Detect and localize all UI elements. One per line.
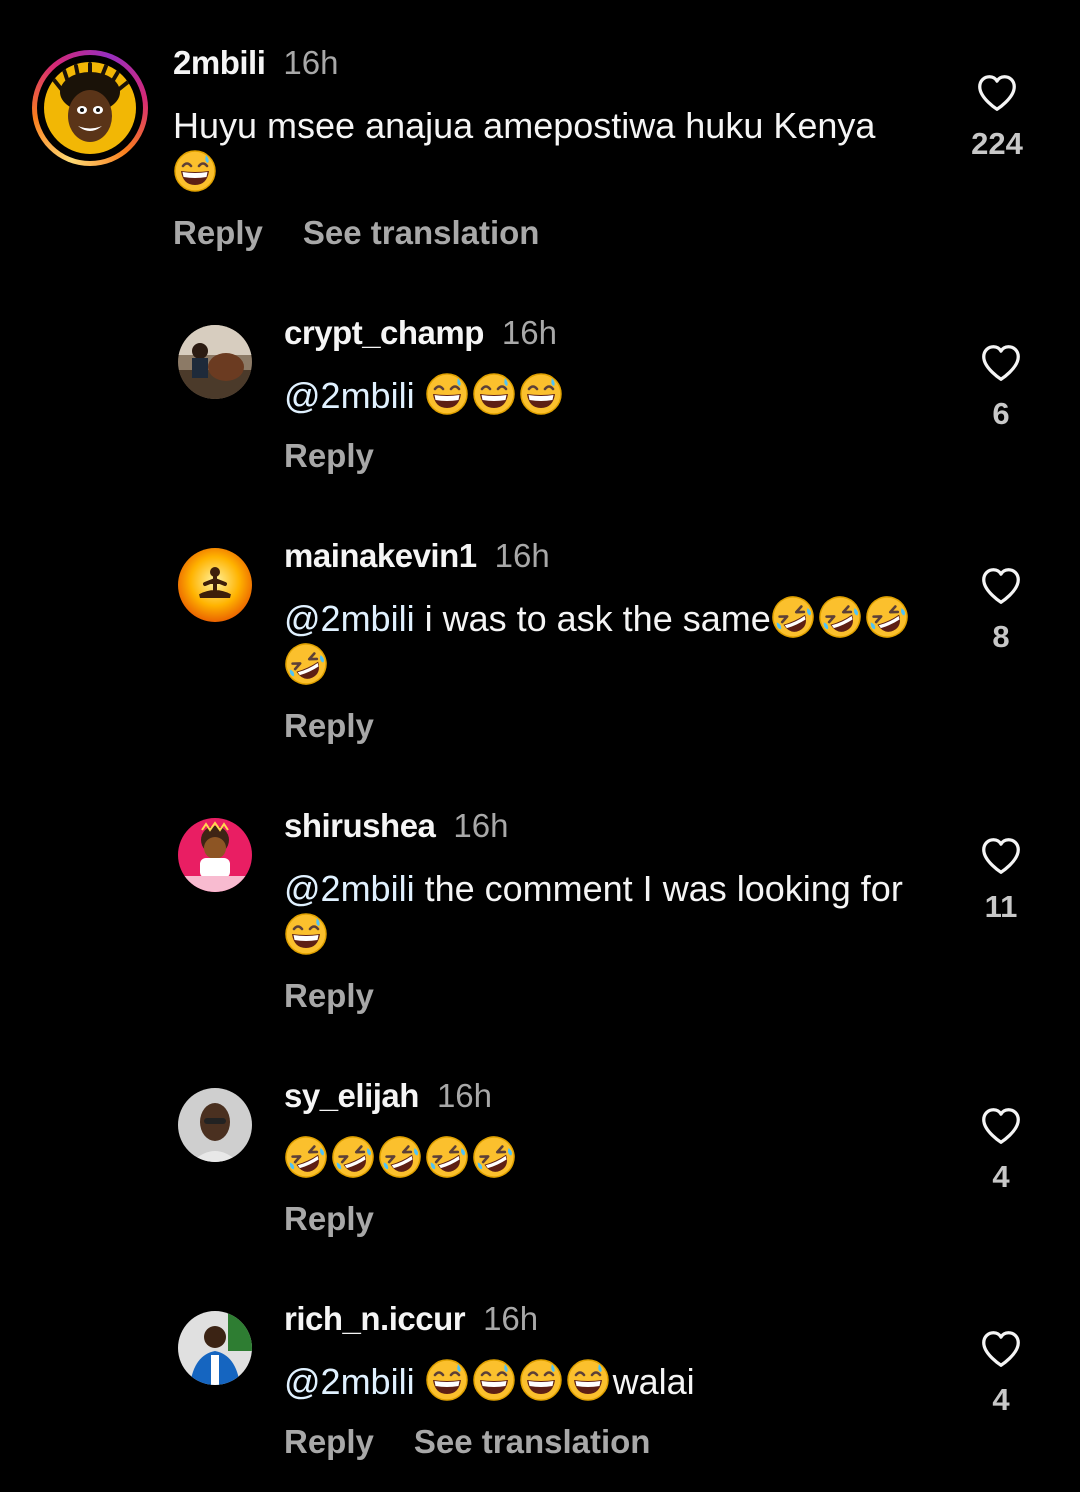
avatar[interactable] — [178, 548, 252, 622]
comment-text — [284, 1135, 934, 1182]
like-count: 224 — [971, 126, 1023, 161]
reply-comment-item: crypt_champ 16h @2mbili Reply 6 — [0, 270, 1080, 500]
mention-link[interactable]: @2mbili — [284, 868, 415, 909]
grinning-sweat-emoji — [425, 372, 469, 416]
comment-header: sy_elijah 16h — [284, 1076, 492, 1116]
comment-header: rich_n.iccur 16h — [284, 1299, 538, 1339]
rolling-laughing-emoji — [472, 1135, 516, 1179]
see-translation-button[interactable]: See translation — [414, 1423, 651, 1460]
like-count: 4 — [992, 1159, 1010, 1194]
comment-header: shirushea 16h — [284, 806, 508, 846]
comment-body: i was to ask the same — [424, 598, 771, 639]
reply-button[interactable]: Reply — [284, 1423, 374, 1460]
comment-actions: Reply See translation — [173, 213, 539, 253]
rolling-laughing-emoji — [284, 642, 328, 686]
timestamp: 16h — [483, 1300, 539, 1337]
grinning-sweat-emoji — [566, 1358, 610, 1402]
avatar[interactable] — [44, 62, 136, 154]
grinning-sweat-emoji — [425, 1358, 469, 1402]
story-ring[interactable] — [32, 50, 148, 166]
reply-button[interactable]: Reply — [284, 437, 374, 474]
reply-button[interactable]: Reply — [284, 707, 374, 744]
see-translation-button[interactable]: See translation — [303, 214, 540, 251]
avatar[interactable] — [178, 1088, 252, 1162]
like-column: 6 — [961, 340, 1041, 434]
grinning-sweat-emoji — [519, 372, 563, 416]
comment-text: @2mbili — [284, 372, 944, 419]
comment-actions: Reply — [284, 976, 374, 1016]
comment-actions: Reply — [284, 1199, 374, 1239]
timestamp: 16h — [494, 537, 550, 574]
heart-outline-icon[interactable] — [974, 70, 1020, 116]
username-link[interactable]: mainakevin1 — [284, 537, 477, 574]
rolling-laughing-emoji — [331, 1135, 375, 1179]
grinning-sweat-emoji — [519, 1358, 563, 1402]
username-link[interactable]: shirushea — [284, 807, 436, 844]
like-column: 11 — [961, 833, 1041, 927]
mention-link[interactable]: @2mbili — [284, 598, 415, 639]
rolling-laughing-emoji — [818, 595, 862, 639]
heart-outline-icon[interactable] — [978, 340, 1024, 386]
like-column: 4 — [961, 1103, 1041, 1197]
heart-outline-icon[interactable] — [978, 833, 1024, 879]
timestamp: 16h — [453, 807, 509, 844]
avatar[interactable] — [178, 325, 252, 399]
timestamp: 16h — [501, 314, 557, 351]
rolling-laughing-emoji — [771, 595, 815, 639]
avatar[interactable] — [178, 818, 252, 892]
heart-outline-icon[interactable] — [978, 1103, 1024, 1149]
avatar[interactable] — [178, 1311, 252, 1385]
comment-header: mainakevin1 16h — [284, 536, 550, 576]
grinning-sweat-emoji — [472, 1358, 516, 1402]
comment-body: walai — [612, 1361, 695, 1402]
rolling-laughing-emoji — [865, 595, 909, 639]
reply-comment-item: mainakevin1 16h @2mbili i was to ask the … — [0, 493, 1080, 763]
like-count: 6 — [992, 396, 1010, 431]
reply-button[interactable]: Reply — [284, 1200, 374, 1237]
like-count: 4 — [992, 1382, 1010, 1417]
like-count: 11 — [984, 889, 1018, 924]
username-link[interactable]: 2mbili — [173, 44, 266, 81]
comment-actions: Reply See translation — [284, 1422, 650, 1462]
grinning-sweat-emoji — [472, 372, 516, 416]
like-column: 224 — [957, 70, 1037, 164]
comment-text: @2mbili i was to ask the same — [284, 595, 934, 689]
comment-header: crypt_champ 16h — [284, 313, 557, 353]
grinning-sweat-emoji — [284, 912, 328, 956]
comment-body: the comment I was looking for — [424, 868, 903, 909]
username-link[interactable]: crypt_champ — [284, 314, 484, 351]
like-column: 8 — [961, 563, 1041, 657]
reply-button[interactable]: Reply — [173, 214, 263, 251]
comment-text: @2mbili the comment I was looking for — [284, 865, 934, 959]
username-link[interactable]: sy_elijah — [284, 1077, 419, 1114]
reply-button[interactable]: Reply — [284, 977, 374, 1014]
like-count: 8 — [992, 619, 1010, 654]
mention-link[interactable]: @2mbili — [284, 375, 415, 416]
username-link[interactable]: rich_n.iccur — [284, 1300, 466, 1337]
rolling-laughing-emoji — [284, 1135, 328, 1179]
heart-outline-icon[interactable] — [978, 1326, 1024, 1372]
comment-actions: Reply — [284, 436, 374, 476]
mention-link[interactable]: @2mbili — [284, 1361, 415, 1402]
rolling-laughing-emoji — [425, 1135, 469, 1179]
comment-text: Huyu msee anajua amepostiwa huku Kenya — [173, 102, 913, 196]
reply-comment-item: sy_elijah 16h Reply 4 — [0, 1033, 1080, 1263]
reply-comment-item: shirushea 16h @2mbili the comment I was l… — [0, 763, 1080, 1033]
comment-text: @2mbili walai — [284, 1358, 934, 1405]
heart-outline-icon[interactable] — [978, 563, 1024, 609]
timestamp: 16h — [283, 44, 339, 81]
comment-body: Huyu msee anajua amepostiwa huku Kenya — [173, 105, 876, 146]
rolling-laughing-emoji — [378, 1135, 422, 1179]
timestamp: 16h — [436, 1077, 492, 1114]
reply-comment-item: rich_n.iccur 16h @2mbili walai Reply See t… — [0, 1256, 1080, 1492]
comment-item: 2mbili 16h Huyu msee anajua amepostiwa hu… — [0, 0, 1080, 270]
comment-header: 2mbili 16h — [173, 43, 338, 83]
grinning-sweat-emoji — [173, 149, 217, 193]
comment-actions: Reply — [284, 706, 374, 746]
like-column: 4 — [961, 1326, 1041, 1420]
